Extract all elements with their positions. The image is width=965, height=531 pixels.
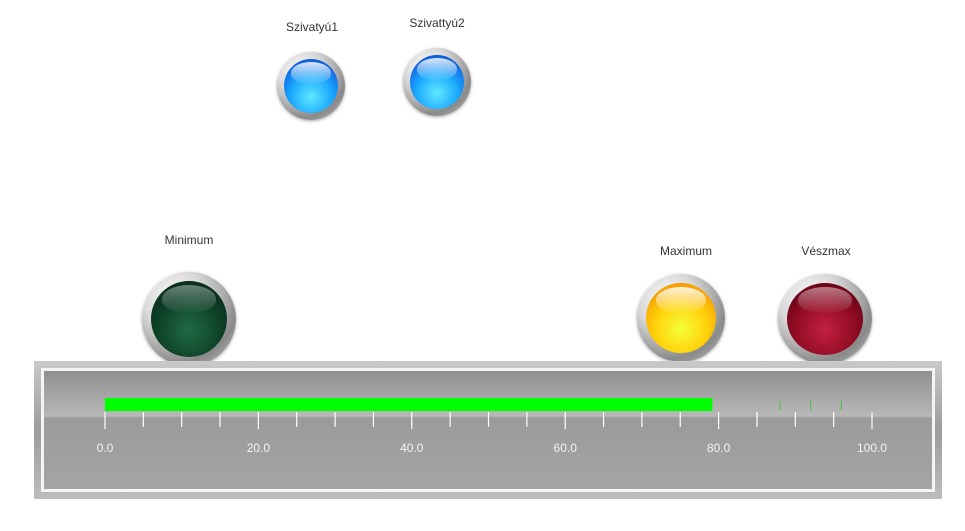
level-bar [105, 398, 713, 411]
scale-tick-label: 0.0 [97, 441, 114, 455]
scale-tick-label: 60.0 [554, 441, 578, 455]
scale-tick-label: 20.0 [247, 441, 271, 455]
level-gauge-scale: 0.0 20.0 40.0 60.0 80.0 100.0 [97, 398, 887, 455]
scale-tick-label: 100.0 [857, 441, 887, 455]
scale-tick-label: 40.0 [400, 441, 424, 455]
scale-tick-label: 80.0 [707, 441, 731, 455]
